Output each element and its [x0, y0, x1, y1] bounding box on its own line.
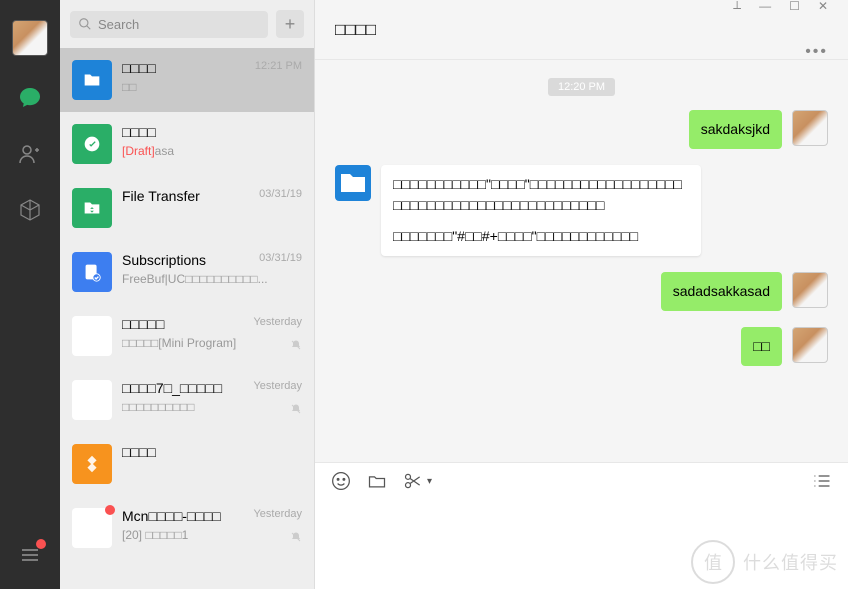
- chat-avatar: [72, 316, 112, 356]
- chat-avatar: [72, 124, 112, 164]
- chat-item-title: □□□□: [122, 124, 302, 140]
- chat-avatar: [72, 188, 112, 228]
- message-bubble: sakdaksjkd: [689, 110, 782, 149]
- mute-icon: [290, 402, 302, 420]
- chat-avatar: [72, 60, 112, 100]
- messages-area: 12:20 PM sakdaksjkd □□□□□□□□□□□"□□□□"□□□□…: [315, 60, 848, 462]
- add-button[interactable]: +: [276, 10, 304, 38]
- chat-item[interactable]: Mcn□□□□-□□□□[20] □□□□□1Yesterday: [60, 496, 314, 560]
- chat-header: □□□□ ⟂ — ☐ ✕ •••: [315, 0, 848, 60]
- chat-title: □□□□: [335, 20, 733, 40]
- close-icon[interactable]: ✕: [818, 0, 828, 13]
- chat-item-time: 03/31/19: [259, 252, 302, 264]
- message-avatar: [792, 110, 828, 146]
- chat-item-time: 12:21 PM: [255, 60, 302, 72]
- nav-rail: [0, 0, 60, 589]
- user-avatar[interactable]: [12, 20, 48, 56]
- chats-tab[interactable]: [16, 84, 44, 112]
- message-row: sakdaksjkd: [335, 110, 828, 149]
- scissors-dropdown[interactable]: ▾: [427, 476, 432, 487]
- mute-icon: [290, 338, 302, 356]
- message-avatar: [792, 327, 828, 363]
- chat-list-panel: Search + □□□□□□12:21 PM□□□□[Draft]asaFil…: [60, 0, 315, 589]
- chat-avatar: [72, 380, 112, 420]
- chat-item-sub: [20] □□□□□1: [122, 528, 302, 542]
- chat-item[interactable]: File Transfer03/31/19: [60, 176, 314, 240]
- chat-avatar: [72, 508, 112, 548]
- message-bubble: sadadsakkasad: [661, 272, 782, 311]
- emoji-icon[interactable]: [331, 471, 351, 491]
- pin-icon[interactable]: ⟂: [733, 0, 741, 13]
- search-placeholder: Search: [98, 17, 139, 32]
- chat-avatar: [72, 252, 112, 292]
- time-stamp: 12:20 PM: [548, 78, 615, 96]
- chat-item-time: Yesterday: [253, 316, 302, 328]
- chat-item-sub: [Draft]asa: [122, 144, 302, 158]
- chat-item[interactable]: □□□□□□□□□□[Mini Program]Yesterday: [60, 304, 314, 368]
- menu-badge: [36, 539, 46, 549]
- message-row: □□□□□□□□□□□"□□□□"□□□□□□□□□□□□□□□□□□□□□□□…: [335, 165, 828, 256]
- chat-item-time: Yesterday: [253, 380, 302, 392]
- message-bubble: □□: [741, 327, 782, 366]
- message-avatar: [792, 272, 828, 308]
- chat-item-sub: FreeBuf|UC□□□□□□□□□□...: [122, 272, 302, 286]
- more-button[interactable]: •••: [805, 43, 828, 61]
- chat-item-sub: □□: [122, 80, 302, 94]
- chat-item[interactable]: □□□□□□12:21 PM: [60, 48, 314, 112]
- chat-item[interactable]: □□□□7□_□□□□□□□□□□□□□□□Yesterday: [60, 368, 314, 432]
- message-row: sadadsakkasad: [335, 272, 828, 311]
- unread-badge: [105, 505, 115, 515]
- chat-item-time: Yesterday: [253, 508, 302, 520]
- cube-tab[interactable]: [16, 196, 44, 224]
- message-input[interactable]: [315, 499, 848, 589]
- folder-icon[interactable]: [367, 471, 387, 491]
- message-bubble: □□□□□□□□□□□"□□□□"□□□□□□□□□□□□□□□□□□□□□□□…: [381, 165, 701, 256]
- minimize-icon[interactable]: —: [759, 0, 771, 13]
- search-icon: [78, 17, 92, 31]
- contacts-tab[interactable]: [16, 140, 44, 168]
- message-avatar: [335, 165, 371, 201]
- message-row: □□: [335, 327, 828, 366]
- maximize-icon[interactable]: ☐: [789, 0, 800, 13]
- chat-item[interactable]: □□□□ [Draft]asa: [60, 112, 314, 176]
- compose-area: ▾ 值 什么值得买: [315, 462, 848, 589]
- mute-icon: [290, 530, 302, 548]
- chat-item-sub: □□□□□[Mini Program]: [122, 336, 302, 350]
- chat-avatar: [72, 444, 112, 484]
- menu-button[interactable]: [16, 541, 44, 569]
- chat-item-time: 03/31/19: [259, 188, 302, 200]
- chat-pane: □□□□ ⟂ — ☐ ✕ ••• 12:20 PM sakdaksjkd□□□□…: [315, 0, 848, 589]
- chat-item[interactable]: SubscriptionsFreeBuf|UC□□□□□□□□□□...03/3…: [60, 240, 314, 304]
- chat-item[interactable]: □□□□: [60, 432, 314, 496]
- search-input[interactable]: Search: [70, 11, 268, 38]
- chat-list: □□□□□□12:21 PM□□□□[Draft]asaFile Transfe…: [60, 48, 314, 589]
- list-icon[interactable]: [812, 471, 832, 491]
- scissors-icon[interactable]: [403, 471, 423, 491]
- chat-item-title: □□□□: [122, 444, 302, 460]
- chat-item-sub: □□□□□□□□□□: [122, 400, 302, 414]
